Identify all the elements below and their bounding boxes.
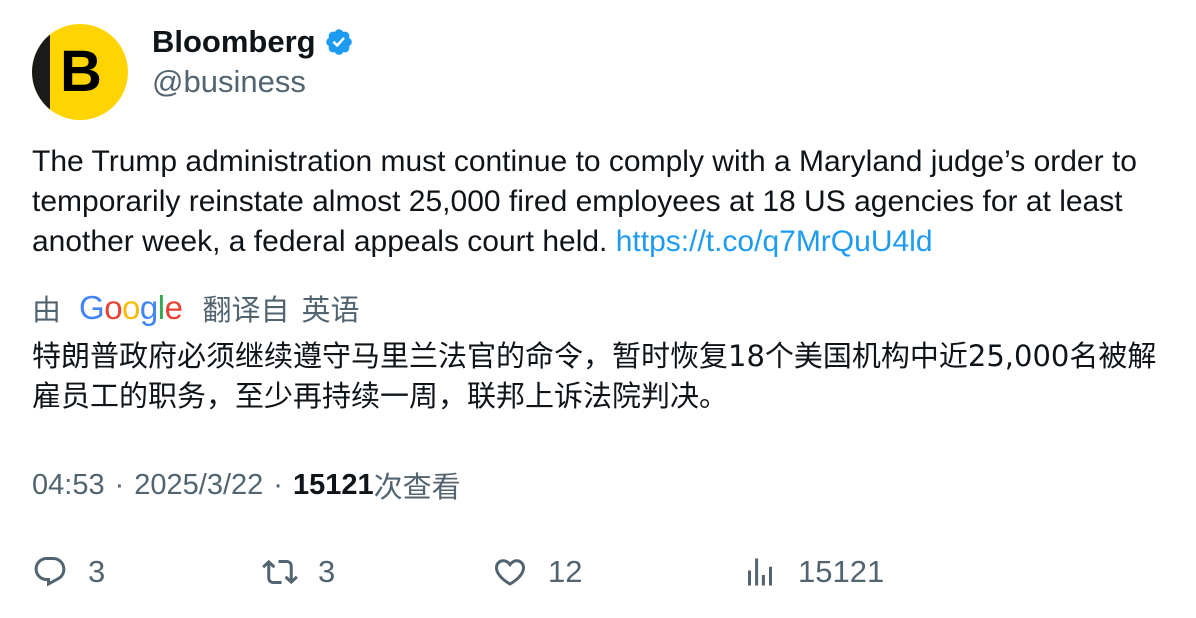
avatar-letter: B [60,39,102,104]
author-name-row: Bloomberg [152,24,354,60]
meta-separator: · [273,468,283,501]
retweet-icon [262,559,298,585]
views-chart-icon [748,558,772,586]
tweet-date[interactable]: 2025/3/22 [134,469,263,502]
views-button[interactable]: 15121 [742,552,884,592]
reply-button[interactable]: 3 [32,552,105,592]
author-handle[interactable]: @business [152,64,306,100]
views-label: 次查看 [373,470,461,504]
heart-icon [494,559,526,586]
tweet-link[interactable]: https://t.co/q7MrQuU4ld [616,225,933,258]
retweet-button[interactable]: 3 [262,552,335,592]
source-language: 英语 [301,293,360,327]
translated-text: 特朗普政府必须继续遵守马里兰法官的命令，暂时恢复18个美国机构中近25,000名… [32,339,1157,413]
author-display-name[interactable]: Bloomberg [152,24,316,60]
avatar[interactable]: B [32,24,128,120]
retweet-count: 3 [318,554,336,589]
translation-attribution: 由 Google 翻译自 英语 [32,288,360,328]
like-count: 12 [548,554,583,589]
verified-badge-icon[interactable] [324,27,354,57]
tweet-time[interactable]: 04:53 [32,469,105,502]
tweet-text: The Trump administration must continue t… [32,142,1172,262]
translation-by-label: 由 [32,293,62,327]
avatar-shade [32,24,50,120]
views-action-count: 15121 [798,554,885,589]
views-count: 15121 [292,468,374,501]
tweet-body: The Trump administration must continue t… [32,145,1137,258]
translated-from-label: 翻译自 [202,293,290,327]
reply-icon [34,557,66,587]
reply-count: 3 [88,554,106,589]
tweet-meta: 04:53 · 2025/3/22 · 15121 次查看 [32,466,461,505]
action-bar: 3 3 12 15121 [0,552,1196,592]
meta-separator: · [114,468,125,501]
google-logo: Google [79,289,183,326]
like-button[interactable]: 12 [492,552,582,592]
